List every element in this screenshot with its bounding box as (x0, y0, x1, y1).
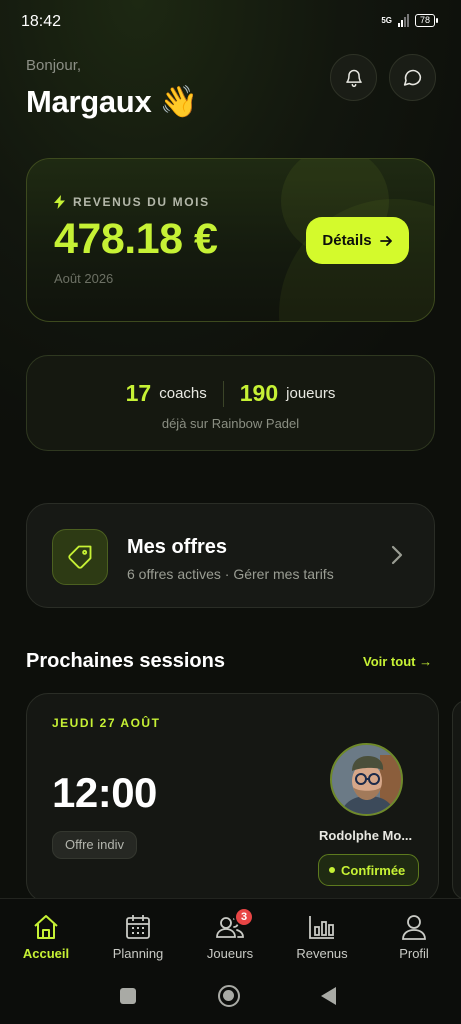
stats-divider (222, 380, 224, 407)
status-icons: 5G 78 (381, 14, 439, 27)
nav-item-accueil[interactable]: Accueil (6, 913, 86, 961)
chevron-right-icon (391, 545, 403, 565)
greeting-text: Bonjour, (26, 57, 82, 74)
my-offers-card[interactable]: Mes offres 6 offres actives · Gérer mes … (26, 503, 435, 608)
tag-icon (68, 545, 92, 569)
stats-subtitle: déjà sur Rainbow Padel (161, 416, 300, 431)
messages-button[interactable] (389, 54, 436, 101)
players-label: joueurs (286, 385, 336, 402)
system-navigation-bar (0, 968, 461, 1024)
nav-item-profil[interactable]: Profil (374, 913, 454, 961)
status-badge: Confirmée (318, 854, 420, 886)
next-session-card-peek[interactable] (452, 700, 461, 900)
home-icon (32, 913, 60, 941)
user-icon (401, 913, 427, 941)
bar-chart-icon (308, 913, 336, 941)
revenue-label-text: REVENUS DU MOIS (73, 195, 210, 209)
nav-label-profil: Profil (399, 946, 429, 961)
details-button[interactable]: Détails (306, 217, 409, 264)
back-icon[interactable] (321, 987, 336, 1005)
network-label: 5G (381, 15, 392, 25)
revenue-period: Août 2026 (54, 271, 114, 286)
offers-subtitle: 6 offres actives · Gérer mes tarifs (127, 566, 334, 582)
nav-label-revenus: Revenus (296, 946, 348, 961)
session-time: 12:00 (52, 769, 157, 816)
bottom-navigation: Accueil Planning 3 Joueurs Revenus Profi… (0, 898, 461, 968)
user-name: Margaux 👋 (26, 84, 198, 119)
player-photo (332, 745, 401, 814)
session-date: JEUDI 27 AOÛT (52, 716, 161, 730)
chat-bubble-icon (403, 69, 422, 86)
nav-label-planning: Planning (112, 946, 164, 961)
offers-icon-box (52, 529, 108, 585)
coaches-label: coachs (159, 385, 207, 402)
coaches-count: 17 (125, 380, 152, 406)
details-button-label: Détails (322, 232, 372, 249)
home-button-icon[interactable] (218, 985, 240, 1007)
community-stats-card: 17 coachs 190 joueurs déjà sur Rainbow P… (26, 355, 435, 451)
nav-item-revenus[interactable]: Revenus (282, 913, 362, 961)
users-icon: 3 (215, 907, 254, 941)
notifications-button[interactable] (330, 54, 377, 101)
sessions-title: Prochaines sessions (26, 650, 225, 672)
nav-item-planning[interactable]: Planning (98, 913, 178, 961)
recent-apps-icon[interactable] (120, 988, 136, 1004)
status-text: Confirmée (341, 862, 406, 878)
nav-item-joueurs[interactable]: 3 Joueurs (190, 907, 270, 961)
notification-badge: 3 (234, 907, 254, 927)
nav-label-accueil: Accueil (22, 946, 70, 961)
session-card[interactable]: JEUDI 27 AOÛT 12:00 Offre indiv Rodolphe… (26, 693, 439, 903)
revenue-card: REVENUS DU MOIS 478.18 € Août 2026 Détai… (26, 158, 435, 322)
player-avatar (330, 743, 403, 816)
signal-icon (397, 14, 409, 27)
revenue-label: REVENUS DU MOIS (54, 195, 210, 209)
offers-title: Mes offres (127, 536, 228, 558)
lightning-icon (54, 195, 65, 209)
arrow-right-icon (379, 235, 392, 246)
status-dot (329, 867, 335, 873)
see-all-link[interactable]: Voir tout → (363, 654, 432, 669)
status-time: 18:42 (21, 13, 62, 30)
revenue-amount: 478.18 € (54, 215, 218, 263)
players-count: 190 (239, 380, 279, 406)
calendar-icon (125, 913, 151, 941)
stats-row: 17 coachs 190 joueurs (27, 380, 434, 407)
session-offer-chip: Offre indiv (52, 831, 138, 859)
nav-label-joueurs: Joueurs (206, 946, 254, 961)
battery-icon: 78 (414, 14, 439, 27)
player-name: Rodolphe Mo... (319, 828, 413, 843)
bell-icon (345, 69, 362, 87)
